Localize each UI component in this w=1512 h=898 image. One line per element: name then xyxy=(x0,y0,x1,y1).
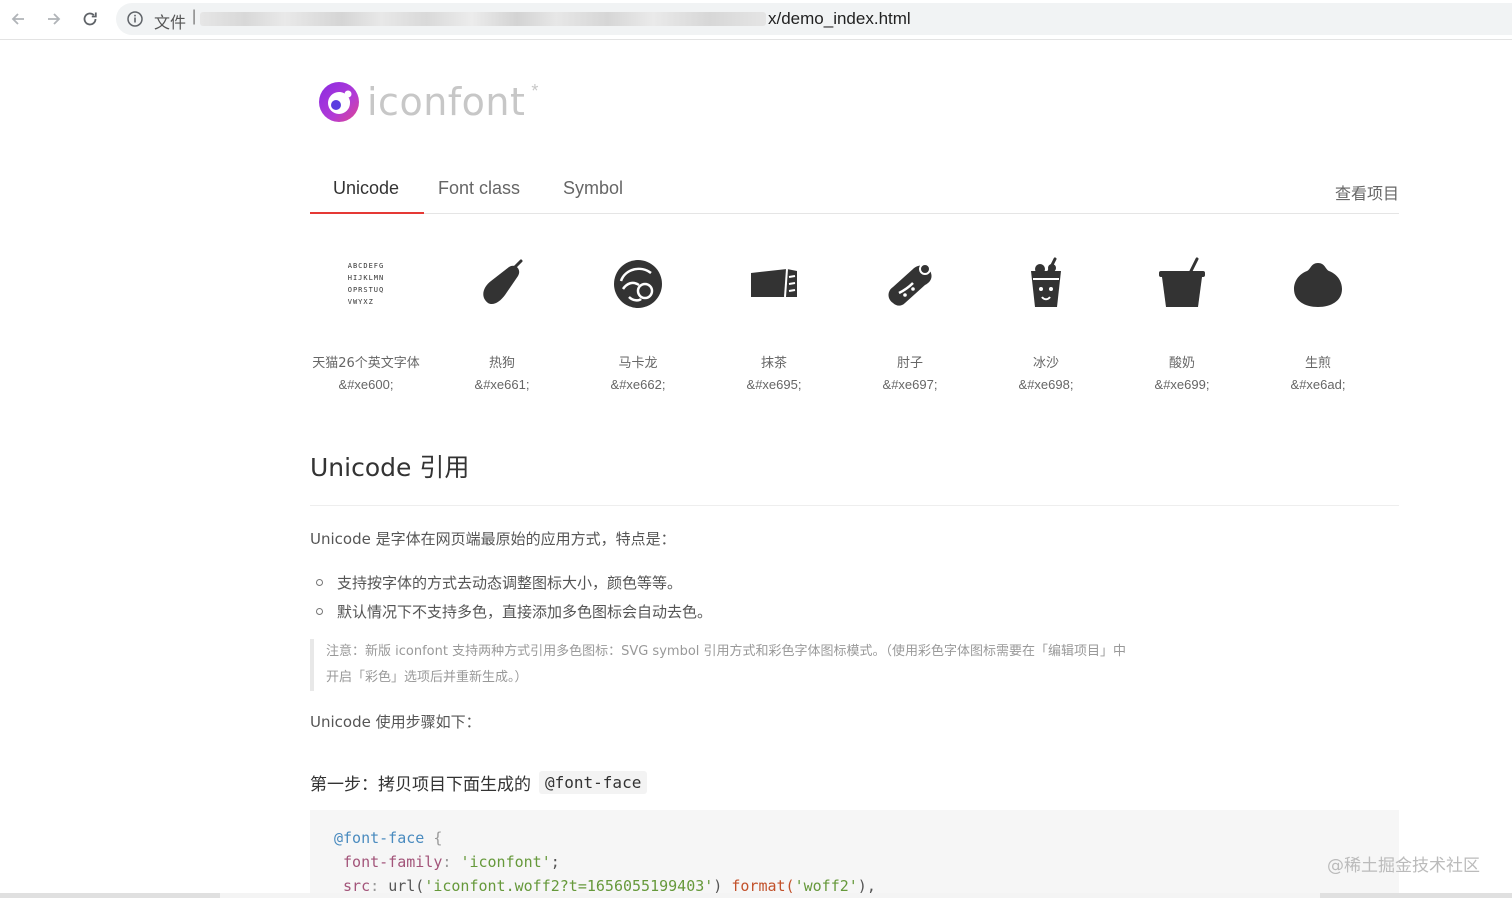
icon-card[interactable]: 生煎 &#xe6ad; xyxy=(1250,244,1386,392)
list-item: 默认情况下不支持多色，直接添加多色图标会自动去色。 xyxy=(316,601,712,622)
list-item-text: 默认情况下不支持多色，直接添加多色图标会自动去色。 xyxy=(337,603,713,621)
step1-text: 第一步：拷贝项目下面生成的 xyxy=(310,775,531,795)
code-line: font-family: 'iconfont'; xyxy=(334,850,1375,874)
bun-icon xyxy=(1294,263,1342,307)
alphabet-line: OPRSTUQ xyxy=(347,286,385,294)
tab-unicode[interactable]: Unicode xyxy=(333,178,399,214)
horizontal-scrollbar[interactable] xyxy=(0,893,1512,898)
intro-paragraph: Unicode 是字体在网页端最原始的应用方式，特点是： xyxy=(310,530,676,548)
note-line: 注意：新版 iconfont 支持两种方式引用多色图标：SVG symbol 引… xyxy=(326,644,1127,659)
icon-card[interactable]: 酸奶 &#xe699; xyxy=(1114,244,1250,392)
code-block[interactable]: @font-face { font-family: 'iconfont'; sr… xyxy=(310,810,1399,898)
logo-star: * xyxy=(531,81,539,101)
info-icon[interactable] xyxy=(126,10,144,28)
address-bar[interactable]: 文件 | x/demo_index.html xyxy=(116,3,1512,35)
matcha-icon xyxy=(751,268,797,298)
heading-divider xyxy=(310,505,1399,506)
icon-code: &#xe698; xyxy=(1018,377,1074,392)
note-line: 开启「彩色」选项后并重新生成。） xyxy=(326,670,528,685)
section-heading: Unicode 引用 xyxy=(310,453,470,482)
active-tab-indicator xyxy=(310,212,424,214)
tab-font-class[interactable]: Font class xyxy=(438,178,520,214)
icon-card[interactable]: 马卡龙 &#xe662; xyxy=(570,244,706,392)
code-token: : xyxy=(442,853,461,871)
browser-toolbar: 文件 | x/demo_index.html xyxy=(0,0,1512,40)
file-scheme-label: 文件 xyxy=(154,13,187,32)
redacted-path xyxy=(200,12,766,26)
alphabet-icon: ABCDEFG HIJKLMN OPRSTUQ VWYXZ xyxy=(298,244,434,324)
icon-name: 热狗 xyxy=(488,356,515,371)
list-item: 支持按字体的方式去动态调整图标大小，颜色等等。 xyxy=(316,572,682,593)
icon-code: &#xe600; xyxy=(338,377,394,392)
reload-button[interactable] xyxy=(77,6,103,32)
code-token: @font-face xyxy=(334,829,425,847)
macaron-icon xyxy=(614,260,662,308)
hotdog-icon xyxy=(483,259,523,305)
smoothie-icon xyxy=(1031,257,1061,307)
arrow-right-icon xyxy=(48,13,61,25)
icon-name: 抹茶 xyxy=(760,356,787,371)
yogurt-icon xyxy=(1159,257,1205,307)
watermark: @稀土掘金技术社区 xyxy=(1327,856,1480,876)
note-blockquote: 注意：新版 iconfont 支持两种方式引用多色图标：SVG symbol 引… xyxy=(310,639,1210,691)
icon-name: 生煎 xyxy=(1304,356,1331,371)
tab-symbol[interactable]: Symbol xyxy=(563,178,623,214)
icon-name: 天猫26个英文字体 xyxy=(312,356,420,371)
icon-name: 马卡龙 xyxy=(618,356,658,371)
inline-code: @font-face xyxy=(539,771,648,794)
alphabet-line: ABCDEFG xyxy=(347,262,385,270)
icon-card[interactable]: 冰沙 &#xe698; xyxy=(978,244,1114,392)
code-token: font-family xyxy=(343,853,443,871)
tab-bar: Unicode Font class Symbol 查看项目 xyxy=(310,168,1399,214)
code-token: ; xyxy=(550,853,560,871)
forward-button[interactable] xyxy=(41,6,67,32)
logo-text: iconfont xyxy=(367,80,526,124)
icon-code: &#xe662; xyxy=(610,377,666,392)
icon-card[interactable]: 抹茶 &#xe695; xyxy=(706,244,842,392)
iconfont-logo-icon xyxy=(319,82,359,122)
icon-code: &#xe697; xyxy=(882,377,938,392)
icon-code: &#xe699; xyxy=(1154,377,1210,392)
icon-name: 冰沙 xyxy=(1032,356,1059,371)
bullet-dot xyxy=(316,579,323,586)
step1-heading: 第一步：拷贝项目下面生成的 @font-face xyxy=(310,770,648,795)
arrow-left-icon xyxy=(11,13,24,25)
icon-card[interactable]: 肘子 &#xe697; xyxy=(842,244,978,392)
icon-card[interactable]: 热狗 &#xe661; xyxy=(434,244,570,392)
view-project-link[interactable]: 查看项目 xyxy=(1335,180,1399,204)
icon-card[interactable]: ABCDEFG HIJKLMN OPRSTUQ VWYXZ 天猫26个英文字体 … xyxy=(298,244,434,392)
url-text: x/demo_index.html xyxy=(768,9,911,28)
address-separator: | xyxy=(192,8,197,25)
bullet-dot xyxy=(316,608,323,615)
pork-knuckle-icon xyxy=(888,263,932,306)
icon-name: 酸奶 xyxy=(1168,356,1195,371)
icon-code: &#xe661; xyxy=(474,377,530,392)
steps-intro: Unicode 使用步骤如下： xyxy=(310,713,481,731)
scrollbar-thumb[interactable] xyxy=(220,893,1320,898)
code-token: { xyxy=(424,829,443,847)
code-line: @font-face { xyxy=(334,826,1375,850)
list-item-text: 支持按字体的方式去动态调整图标大小，颜色等等。 xyxy=(337,574,683,592)
iconfont-logo[interactable]: iconfont * xyxy=(319,82,538,122)
icon-name: 肘子 xyxy=(896,356,923,371)
reload-icon xyxy=(83,12,97,26)
icon-code: &#xe6ad; xyxy=(1290,377,1346,392)
alphabet-line: HIJKLMN xyxy=(347,274,385,282)
back-button[interactable] xyxy=(5,6,31,32)
alphabet-line: VWYXZ xyxy=(347,298,374,306)
icon-code: &#xe695; xyxy=(746,377,802,392)
code-token: 'iconfont' xyxy=(460,853,551,871)
